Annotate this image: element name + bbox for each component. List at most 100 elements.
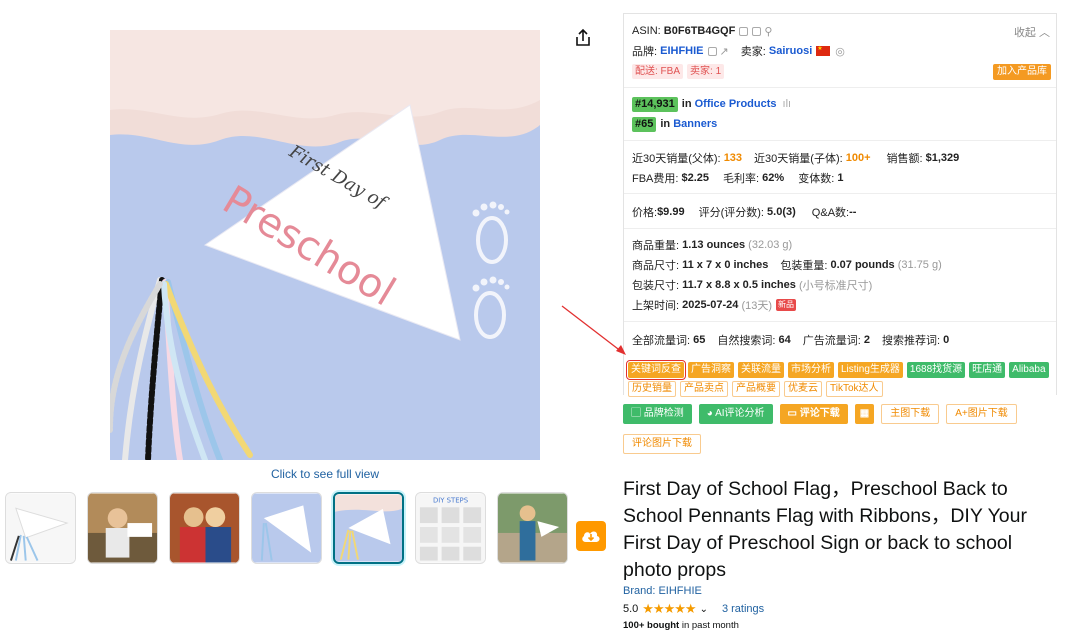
copy-icon[interactable] <box>739 26 749 36</box>
revenue-value: $1,329 <box>925 152 960 164</box>
listed-date: 2025-07-24 <box>682 299 739 311</box>
main-product-image[interactable]: First Day of Preschool <box>110 30 540 460</box>
kw-rec-value: 0 <box>943 334 950 346</box>
main-image-download-button[interactable]: 主图下载 <box>881 404 940 424</box>
sales-parent-label: 近30天销量(父体): <box>632 153 721 165</box>
tool-youmaiyun[interactable]: 优麦云 <box>784 381 822 397</box>
thumbnail-3[interactable] <box>169 492 240 564</box>
asin-value: B0F6TB4GQF <box>663 25 736 37</box>
tool-selling-points[interactable]: 产品卖点 <box>680 381 728 397</box>
kw-organic-value: 64 <box>778 334 791 346</box>
upload-cloud-button[interactable] <box>576 521 606 551</box>
rating-row: 5.0 ★★★★★ ⌄ 3 ratings <box>623 601 764 617</box>
review-download-label: 评论下载 <box>799 408 840 419</box>
pkg-weight-value: 0.07 pounds <box>830 259 895 271</box>
sales-section: 近30天销量(父体): 133 近30天销量(子体): 100+ 销售额: $1… <box>624 141 1056 194</box>
tool-ad-insight[interactable]: 广告洞察 <box>688 362 734 378</box>
share-icon[interactable] <box>573 28 593 48</box>
tool-alibaba[interactable]: Alibaba <box>1009 362 1049 378</box>
ai-review-label: AI评论分析 <box>715 408 765 419</box>
tool-history-sales[interactable]: 历史销量 <box>628 381 676 397</box>
tool-tiktok-creators[interactable]: TikTok达人 <box>826 381 883 397</box>
copy-brand-icon[interactable] <box>707 46 717 56</box>
bought-suffix: in past month <box>679 620 739 631</box>
rank-in-1: in <box>681 98 692 110</box>
product-title: First Day of School Flag，Preschool Back … <box>623 478 1027 581</box>
brand-check-label: 品牌检测 <box>643 408 684 419</box>
margin-value: 62% <box>762 172 785 184</box>
full-view-link[interactable]: Click to see full view <box>110 467 540 481</box>
brand-value[interactable]: EIHFHIE <box>660 45 703 57</box>
sales-parent-value: 133 <box>723 152 743 164</box>
rank-category-1[interactable]: Office Products <box>695 98 777 110</box>
diy-thumb-label: DIY STEPS <box>433 496 468 504</box>
tool-market-analysis[interactable]: 市场分析 <box>788 362 834 378</box>
tool-tags: 关键词反查 广告洞察 关联流量 市场分析 Listing生成器 1688找货源 … <box>624 356 1056 397</box>
kw-organic-label: 自然搜索词: <box>717 335 776 347</box>
square-icon: ▢ <box>631 408 644 419</box>
kw-ad-value: 2 <box>863 334 870 346</box>
tool-1688-sourcing[interactable]: 1688找货源 <box>906 362 966 378</box>
location-pin-icon[interactable]: ◎ <box>835 45 845 58</box>
seller-plugin-panel: 收起 ︿ ASIN: B0F6TB4GQF ⚲ 品牌: EIHFHIE ↗ 卖家… <box>623 13 1057 397</box>
tool-keyword-reverse[interactable]: 关键词反查 <box>626 360 686 380</box>
brand-label: 品牌: <box>632 46 658 58</box>
variants-label: 变体数: <box>798 173 835 185</box>
pkg-weight-label: 包装重量: <box>780 260 828 272</box>
weight-grams: (32.03 g) <box>748 239 793 251</box>
thumbnail-strip: DIY STEPS <box>5 492 568 564</box>
review-download-button[interactable]: ▭ 评论下载 <box>779 404 848 424</box>
revenue-label: 销售额: <box>886 153 923 165</box>
seller-value[interactable]: Sairuosi <box>769 45 812 57</box>
tool-product-summary[interactable]: 产品概要 <box>732 381 780 397</box>
bought-count: 100+ bought <box>623 620 680 631</box>
margin-label: 毛利率: <box>723 173 760 185</box>
aplus-download-button[interactable]: A+图片下载 <box>946 404 1017 424</box>
fba-tag: 配送: FBA <box>632 63 684 79</box>
listed-days: (13天) <box>741 300 773 312</box>
tool-listing-generator[interactable]: Listing生成器 <box>838 362 903 378</box>
chevron-down-icon[interactable]: ⌄ <box>700 604 708 615</box>
qa-value: -- <box>849 206 857 218</box>
dimensions-section: 商品重量: 1.13 ounces (32.03 g) 商品尺寸: 11 x 7… <box>624 229 1056 322</box>
rank-badge-2: #65 <box>632 116 657 132</box>
pkg-size-label: 包装尺寸: <box>632 280 680 292</box>
brand-check-button[interactable]: ▢ 品牌检测 <box>623 404 692 424</box>
ratings-count-link[interactable]: 3 ratings <box>722 603 764 615</box>
china-flag-icon <box>816 46 831 56</box>
kw-all-label: 全部流量词: <box>632 335 691 347</box>
asin-label: ASIN: <box>632 25 661 37</box>
thumbnail-4[interactable] <box>251 492 322 564</box>
thumbnail-1[interactable] <box>5 492 76 564</box>
review-image-download-button[interactable]: 评论图片下载 <box>623 434 701 454</box>
star-rating-icon[interactable]: ★★★★★ <box>642 601 696 617</box>
rating-value: 5.0(3) <box>767 206 796 218</box>
new-product-badge: 新品 <box>776 299 797 311</box>
calculator-button[interactable]: ▦ <box>854 404 875 424</box>
sales-child-label: 近30天销量(子体): <box>754 153 843 165</box>
location-icon[interactable]: ⚲ <box>764 25 772 38</box>
external-link-icon[interactable]: ↗ <box>720 45 729 58</box>
tool-related-traffic[interactable]: 关联流量 <box>738 362 784 378</box>
annotation-arrow <box>561 305 626 355</box>
thumbnail-7[interactable] <box>497 492 568 564</box>
thumbnail-6[interactable]: DIY STEPS <box>415 492 486 564</box>
tool-wangdiantong[interactable]: 旺店通 <box>969 362 1006 378</box>
pkg-weight-grams: (31.75 g) <box>897 259 942 271</box>
bar-chart-icon[interactable]: ılı <box>783 98 792 110</box>
variants-value: 1 <box>837 172 844 184</box>
thumbnail-2[interactable] <box>87 492 158 564</box>
rank-in-2: in <box>660 118 671 130</box>
listed-label: 上架时间: <box>632 300 680 312</box>
copy2-icon[interactable] <box>752 26 762 36</box>
pkg-size-value: 11.7 x 8.8 x 0.5 inches <box>682 279 796 291</box>
size-label: 商品尺寸: <box>632 260 680 272</box>
add-to-library-button[interactable]: 加入产品库 <box>993 64 1051 80</box>
rank-category-2[interactable]: Banners <box>673 118 717 130</box>
fba-fee-label: FBA费用: <box>632 173 679 185</box>
kw-ad-label: 广告流量词: <box>802 335 861 347</box>
thumbnail-5-selected[interactable] <box>333 492 404 564</box>
ai-review-button[interactable]: ◕ AI评论分析 <box>698 404 773 424</box>
panel-header-section: ASIN: B0F6TB4GQF ⚲ 品牌: EIHFHIE ↗ 卖家: Sai… <box>624 14 1056 88</box>
brand-link[interactable]: Brand: EIHFHIE <box>623 585 702 597</box>
